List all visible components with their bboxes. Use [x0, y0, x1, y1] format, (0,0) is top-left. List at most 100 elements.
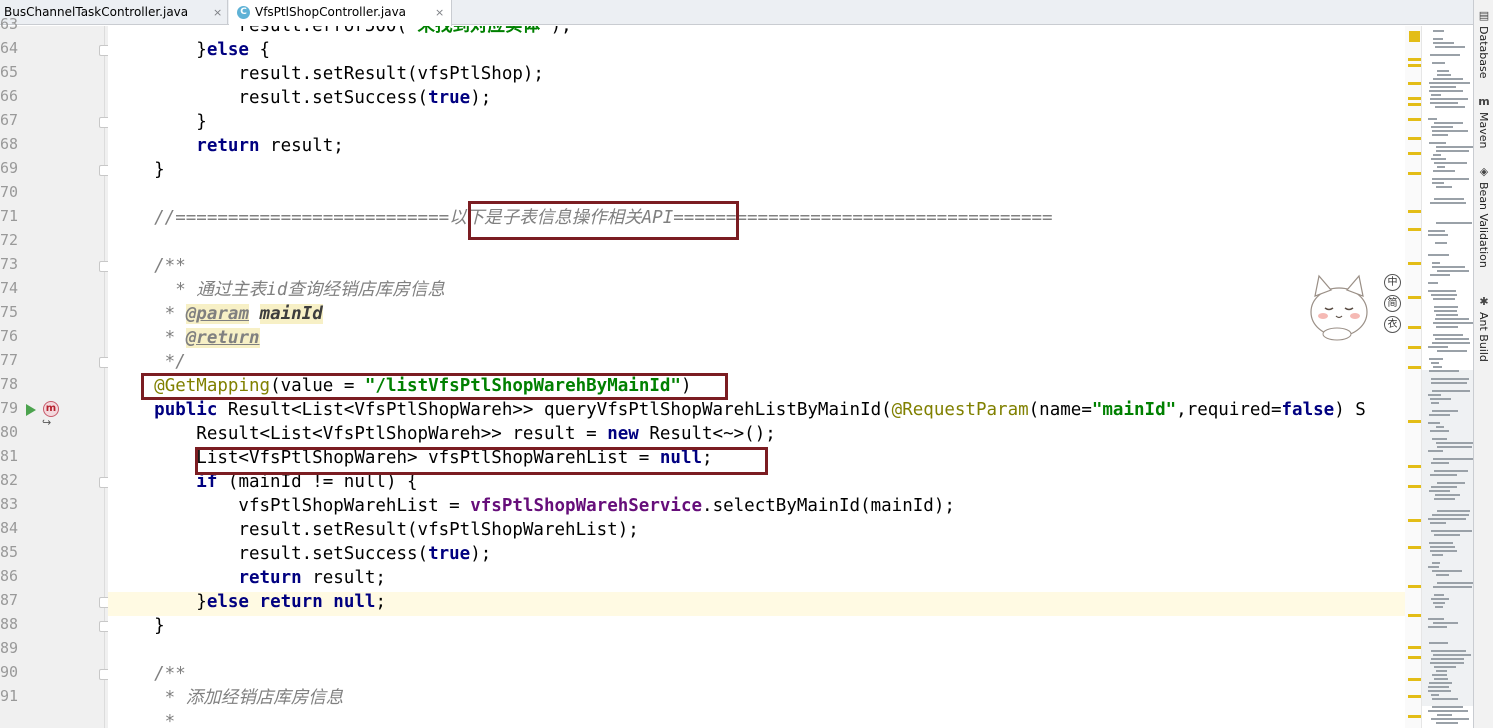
minimap-line: [1428, 450, 1443, 452]
warning-mark[interactable]: [1408, 678, 1422, 681]
code-minimap[interactable]: [1421, 26, 1473, 728]
minimap-line: [1432, 438, 1447, 440]
code-line: *: [112, 712, 176, 728]
warning-mark[interactable]: [1408, 420, 1422, 423]
warning-mark[interactable]: [1408, 103, 1422, 106]
warning-mark[interactable]: [1408, 366, 1422, 369]
minimap-line: [1430, 662, 1464, 664]
line-number: 83: [0, 495, 19, 513]
tab-vfs-ptl-shop-controller[interactable]: C VfsPtlShopController.java ×: [229, 0, 452, 26]
minimap-line: [1433, 154, 1441, 156]
warning-mark[interactable]: [1408, 172, 1422, 175]
warning-mark[interactable]: [1408, 519, 1422, 522]
warning-mark[interactable]: [1408, 228, 1422, 231]
ime-simplified-button[interactable]: 简: [1384, 295, 1401, 312]
code-line: /**: [112, 664, 186, 684]
minimap-line: [1435, 494, 1460, 496]
tool-window-database[interactable]: Database: [1477, 26, 1490, 79]
warning-mark[interactable]: [1408, 82, 1422, 85]
minimap-line: [1431, 462, 1449, 464]
warning-mark[interactable]: [1408, 97, 1422, 100]
minimap-line: [1429, 682, 1452, 684]
code-line: /**: [112, 256, 186, 276]
tab-bus-channel-task-controller[interactable]: BusChannelTaskController.java ×: [0, 0, 228, 25]
minimap-line: [1431, 530, 1472, 532]
minimap-line: [1430, 98, 1468, 100]
code-editor[interactable]: result.error500("未找到对应实体"); }else { resu…: [108, 26, 1421, 728]
minimap-line: [1432, 178, 1469, 180]
run-arrow-icon[interactable]: [26, 404, 36, 416]
inspection-status-icon[interactable]: [1409, 31, 1420, 42]
warning-mark[interactable]: [1408, 152, 1422, 155]
code-line: if (mainId != null) {: [196, 472, 418, 492]
minimap-line: [1433, 586, 1472, 588]
tool-window-bean-validation[interactable]: Bean Validation: [1477, 182, 1490, 268]
minimap-line: [1437, 350, 1467, 352]
close-icon[interactable]: ×: [213, 0, 222, 25]
minimap-line: [1428, 254, 1449, 256]
editor-gutter[interactable]: 63 64 65 66 67 68 69 70 71 72 73 74 75 7…: [0, 15, 108, 728]
warning-mark[interactable]: [1408, 585, 1422, 588]
minimap-line: [1436, 442, 1473, 444]
warning-mark[interactable]: [1408, 695, 1422, 698]
warning-mark[interactable]: [1408, 58, 1422, 61]
minimap-line: [1428, 710, 1468, 712]
minimap-line: [1431, 362, 1439, 364]
minimap-line: [1428, 626, 1447, 628]
minimap-line: [1428, 118, 1437, 120]
warning-mark[interactable]: [1408, 296, 1422, 299]
line-number: 75: [0, 303, 19, 321]
line-number: 89: [0, 639, 19, 657]
minimap-line: [1430, 86, 1456, 88]
minimap-line: [1436, 222, 1472, 224]
code-line: result.error500("未找到对应实体");: [112, 26, 572, 36]
warning-mark[interactable]: [1408, 262, 1422, 265]
line-number: 86: [0, 567, 19, 585]
code-line: @GetMapping(value = "/listVfsPtlShopWare…: [154, 376, 692, 396]
code-line: * @return: [112, 328, 260, 348]
method-marker-icon[interactable]: m: [43, 401, 59, 417]
minimap-line: [1431, 294, 1457, 296]
minimap-line: [1430, 474, 1457, 476]
warning-mark[interactable]: [1408, 656, 1422, 659]
minimap-line: [1428, 346, 1448, 348]
minimap-line: [1430, 54, 1460, 56]
warning-mark[interactable]: [1408, 646, 1422, 649]
warning-mark[interactable]: [1408, 137, 1422, 140]
warning-mark[interactable]: [1408, 485, 1422, 488]
minimap-line: [1434, 498, 1455, 500]
warning-mark[interactable]: [1408, 118, 1422, 121]
ime-skin-button[interactable]: 衣: [1384, 316, 1401, 333]
warning-mark[interactable]: [1408, 614, 1422, 617]
warning-mark[interactable]: [1408, 210, 1422, 213]
minimap-line: [1433, 366, 1442, 368]
right-tool-window-bar: ▤ Database m Maven ◈ Bean Validation ✱ A…: [1473, 0, 1493, 728]
minimap-line: [1431, 694, 1439, 696]
minimap-line: [1433, 30, 1444, 32]
tool-window-ant-build[interactable]: Ant Build: [1477, 312, 1490, 362]
ime-chinese-button[interactable]: 中: [1384, 274, 1401, 291]
line-number: 85: [0, 543, 19, 561]
code-line: result.setResult(vfsPtlShopWarehList);: [112, 520, 639, 540]
close-icon[interactable]: ×: [435, 0, 444, 25]
minimap-line: [1431, 94, 1441, 96]
code-line: result.setSuccess(true);: [112, 88, 492, 108]
warning-mark[interactable]: [1408, 64, 1422, 67]
tool-window-maven[interactable]: Maven: [1477, 112, 1490, 148]
warning-mark[interactable]: [1408, 346, 1422, 349]
line-number: 84: [0, 519, 19, 537]
minimap-line: [1433, 622, 1458, 624]
warning-mark[interactable]: [1408, 715, 1422, 718]
warning-mark[interactable]: [1408, 326, 1422, 329]
warning-mark[interactable]: [1408, 465, 1422, 468]
minimap-line: [1437, 70, 1449, 72]
line-number: 90: [0, 663, 19, 681]
minimap-line: [1435, 318, 1469, 320]
warning-mark[interactable]: [1408, 546, 1422, 549]
cat-mascot-icon: [1310, 274, 1368, 341]
minimap-line: [1432, 342, 1470, 344]
minimap-line: [1428, 686, 1449, 688]
error-stripe[interactable]: [1405, 26, 1421, 728]
minimap-line: [1431, 658, 1464, 660]
implementation-arrow-icon[interactable]: ↪: [42, 416, 51, 429]
